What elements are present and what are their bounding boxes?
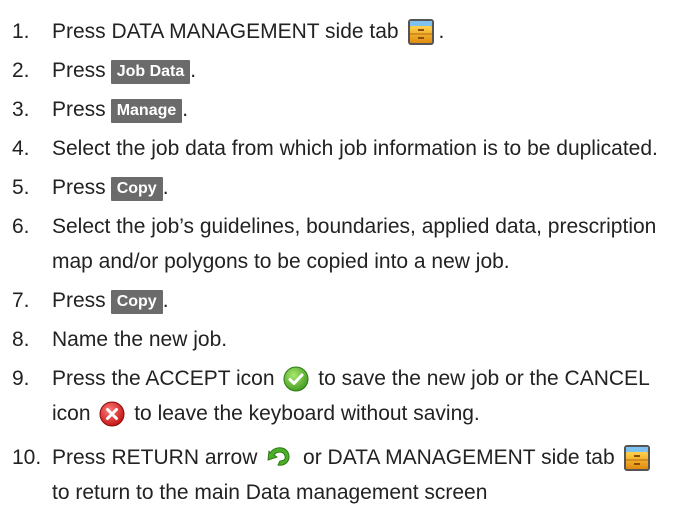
step-number: 2. (12, 59, 30, 82)
step-text: Press RETURN arrow (52, 446, 258, 469)
x-circle-icon (99, 401, 125, 427)
step-number: 5. (12, 176, 30, 199)
step-text: icon (52, 402, 91, 425)
step-text: to save the new job or the CANCEL (318, 367, 650, 390)
step-number: 6. (12, 215, 30, 238)
step-text: Select the job’s guidelines, boundaries,… (52, 215, 657, 238)
check-circle-icon (283, 366, 309, 392)
step-text: Press (52, 176, 106, 199)
instruction-list: 1. Press DATA MANAGEMENT side tab . 2. P… (0, 0, 693, 523)
step-text: or DATA MANAGEMENT side tab (303, 446, 615, 469)
step-text: Press the ACCEPT icon (52, 367, 275, 390)
step-text: to leave the keyboard without saving. (134, 402, 480, 425)
manage-button[interactable]: Manage (110, 99, 183, 123)
job-data-button[interactable]: Job Data (110, 60, 191, 84)
step-number: 4. (12, 137, 30, 160)
step-text: Press (52, 59, 106, 82)
copy-button[interactable]: Copy (110, 177, 163, 201)
step-number: 1. (12, 20, 30, 43)
folder-cabinet-icon (407, 18, 435, 46)
copy-button[interactable]: Copy (110, 290, 163, 314)
step-number: 7. (12, 289, 30, 312)
step-text: Press (52, 289, 106, 312)
step-text: Select the job data from which job infor… (52, 137, 658, 160)
return-arrow-icon (266, 445, 294, 471)
step-text: Press (52, 98, 106, 121)
step-number: 8. (12, 328, 30, 351)
step-text: to return to the main Data management sc… (52, 481, 488, 504)
step-number: 10. (12, 446, 42, 469)
step-text: map and/or polygons to be copied into a … (52, 250, 510, 273)
step-number: 9. (12, 367, 30, 390)
step-number: 3. (12, 98, 30, 121)
folder-cabinet-icon (623, 444, 651, 472)
step-text: Name the new job. (52, 328, 228, 351)
step-text: Press DATA MANAGEMENT side tab (52, 20, 399, 43)
